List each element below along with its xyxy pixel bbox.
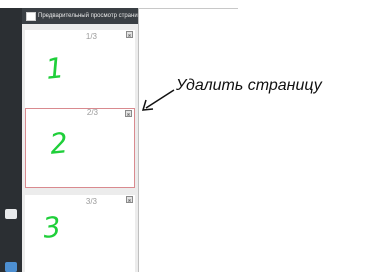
left-toolbar [0, 8, 22, 272]
page-preview-panel: Предварительный просмотр страни 1/3 1 2/… [22, 8, 139, 272]
top-divider [138, 8, 238, 9]
page-preview-screen: Предварительный просмотр страни 1/3 1 2/… [0, 0, 365, 272]
delete-page-icon[interactable] [126, 196, 133, 203]
page-content-digit: 2 [48, 126, 70, 161]
page-view-icon[interactable] [5, 209, 17, 219]
delete-page-callout: Удалить страницу [176, 77, 322, 94]
page-number-label: 2/3 [86, 108, 98, 117]
page-content-digit: 3 [41, 210, 63, 245]
page-thumbnail[interactable]: 3/3 3 [25, 195, 135, 272]
delete-page-icon[interactable] [125, 110, 132, 117]
page-thumbnail-selected[interactable]: 2/3 2 [25, 108, 135, 188]
page-number-label: 1/3 [85, 32, 97, 41]
page-content-digit: 1 [44, 51, 66, 86]
page-number-label: 3/3 [85, 197, 97, 206]
save-icon[interactable] [5, 262, 17, 272]
panel-title-bar: Предварительный просмотр страни [22, 8, 138, 24]
panel-checkbox[interactable] [26, 12, 36, 21]
panel-title: Предварительный просмотр страни [38, 13, 138, 19]
page-thumbnail[interactable]: 1/3 1 [25, 30, 135, 112]
delete-page-icon[interactable] [126, 31, 133, 38]
callout-arrow-icon [141, 89, 175, 111]
